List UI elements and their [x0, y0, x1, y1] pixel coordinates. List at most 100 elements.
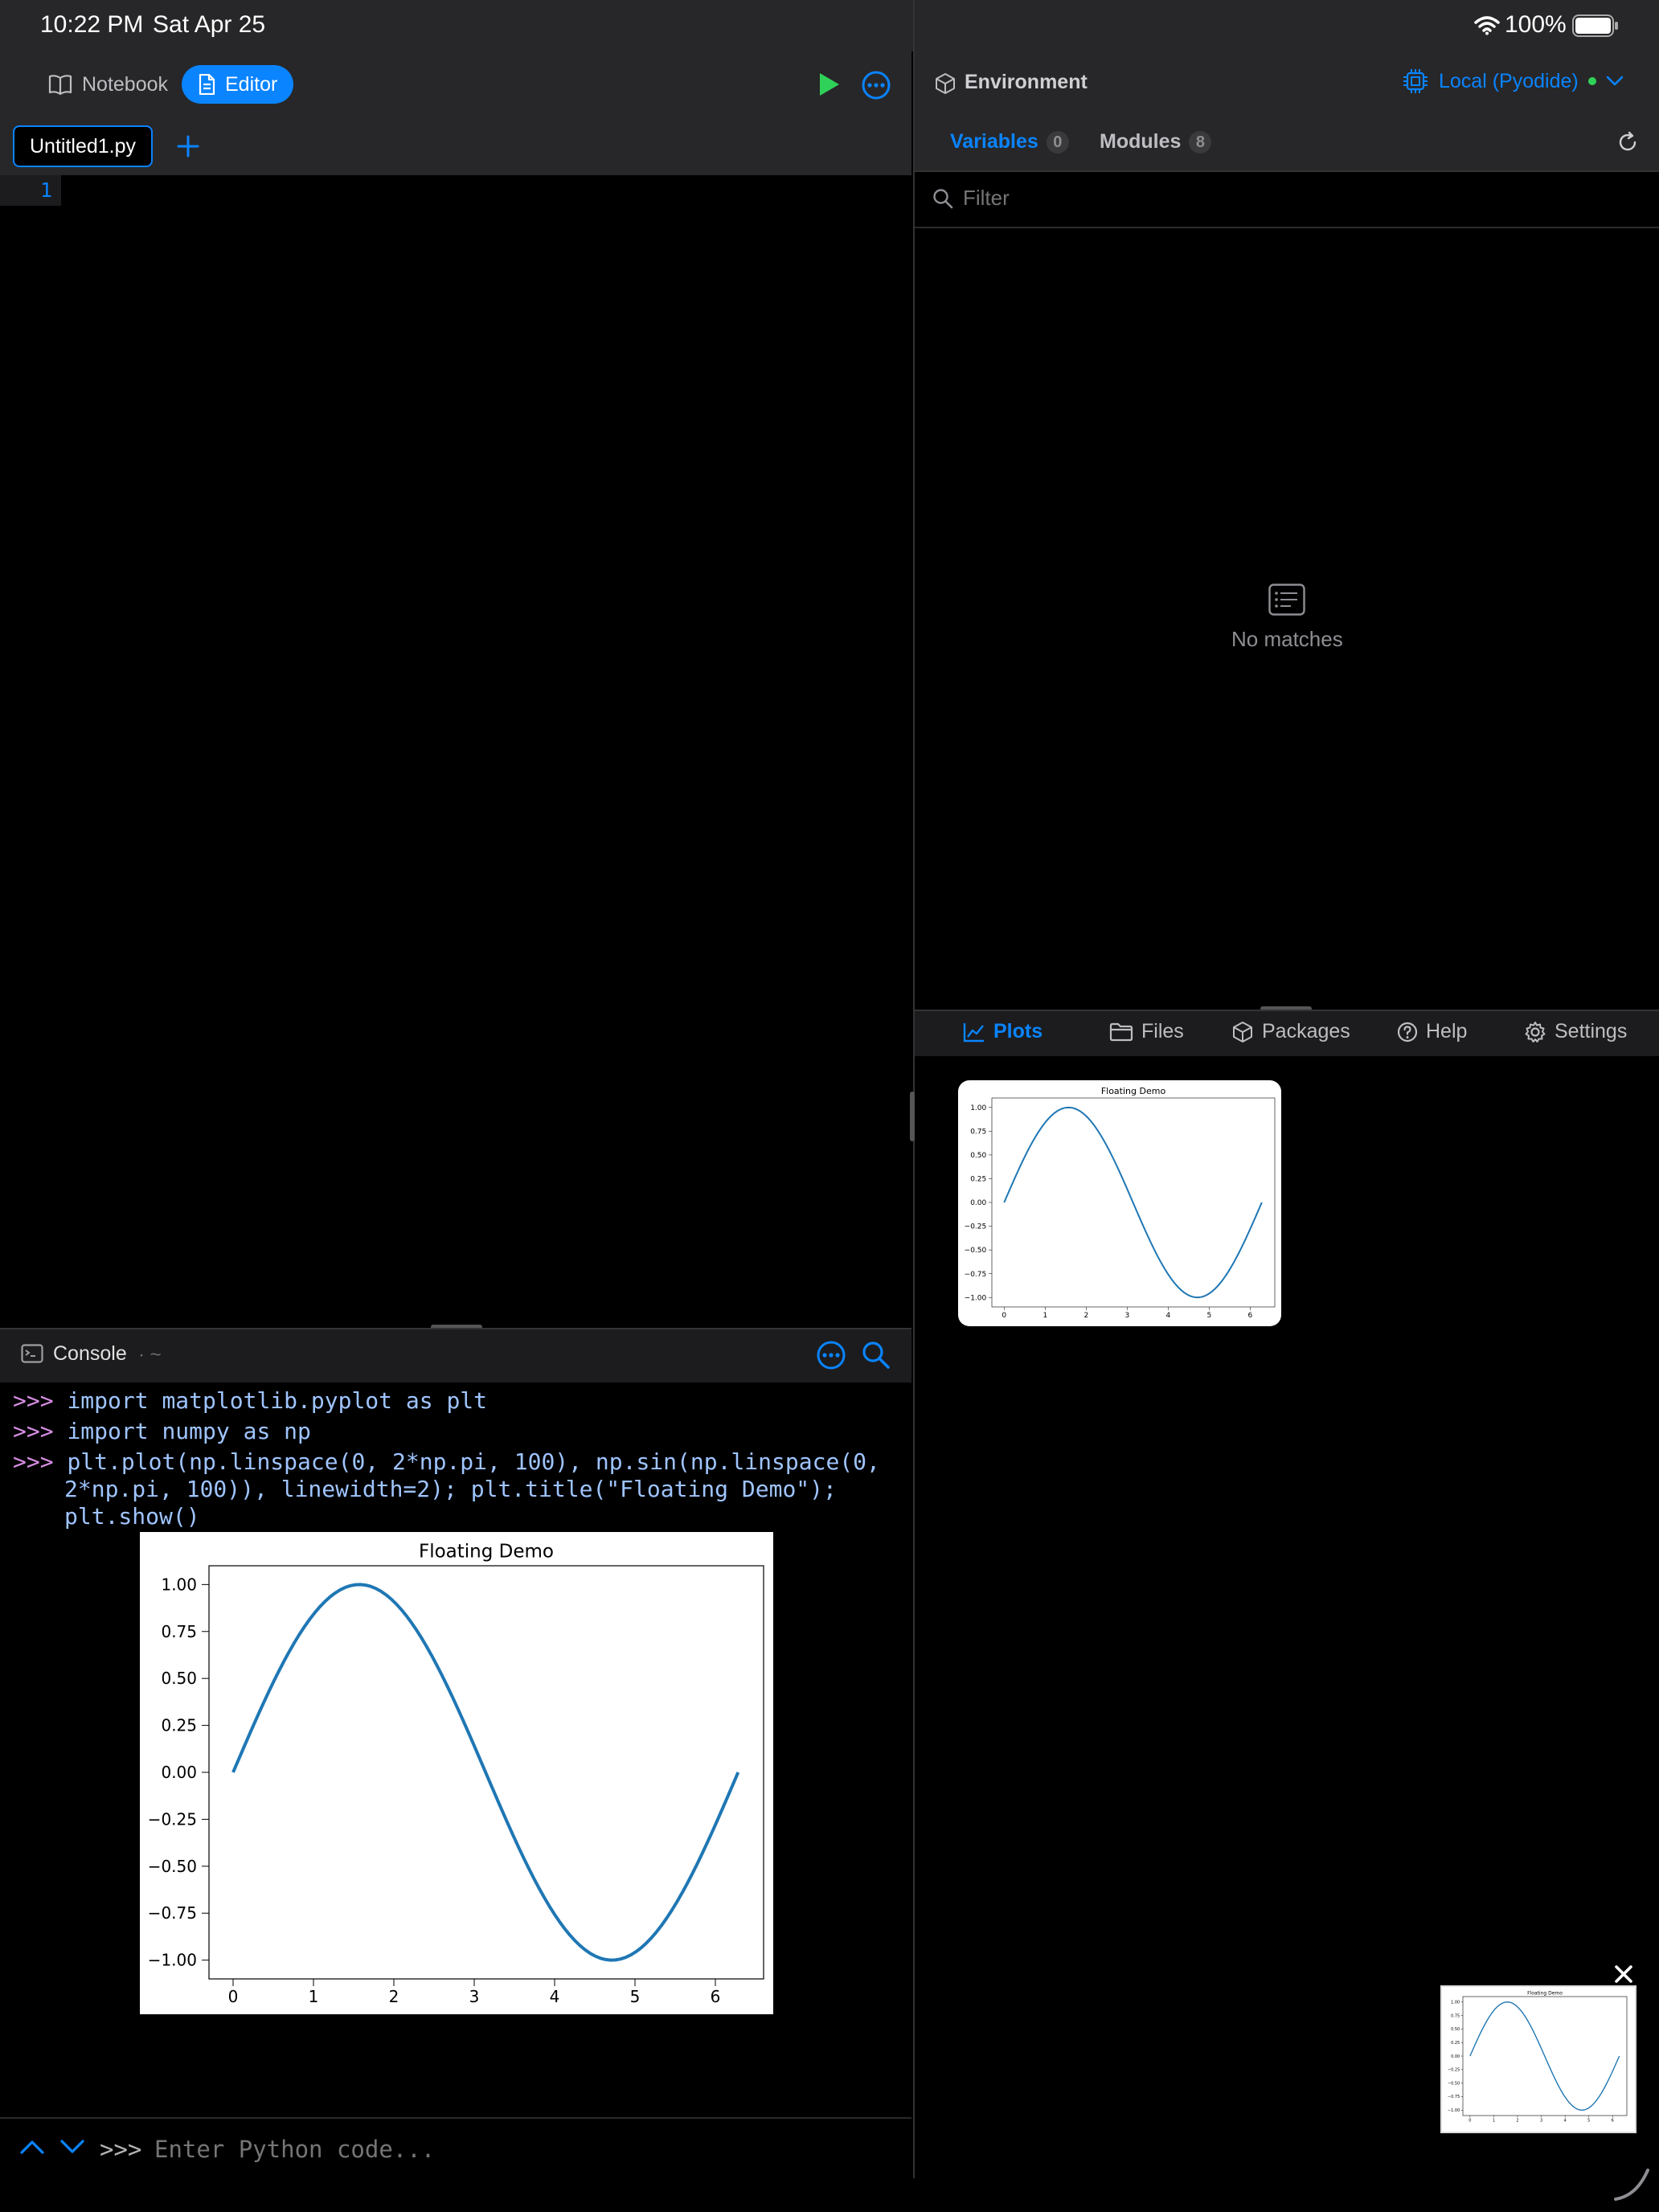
- console-input[interactable]: [154, 2136, 878, 2163]
- x-tick-label: 0: [1002, 1312, 1006, 1320]
- environment-title: Environment: [965, 71, 1088, 93]
- tab-packages-label: Packages: [1262, 1020, 1350, 1043]
- status-date: Sat Apr 25: [153, 11, 266, 38]
- y-tick-label: −0.25: [1448, 2068, 1460, 2073]
- search-icon[interactable]: [862, 1341, 891, 1370]
- add-tab-button[interactable]: [170, 129, 206, 164]
- y-tick-label: 0.50: [970, 1152, 986, 1160]
- y-tick-label: −1.00: [1448, 2108, 1460, 2113]
- floating-plot-window[interactable]: Floating Demo 0 1 2 3 4 5 6 1.00 0.75 0.50 0.25 0.00…: [1440, 1985, 1636, 2133]
- tab-variables-label: Variables: [950, 130, 1038, 153]
- x-tick-label: 4: [550, 1987, 560, 2006]
- chart-title: Floating Demo: [419, 1542, 554, 1563]
- tab-help[interactable]: Help: [1397, 1020, 1467, 1043]
- y-tick-label: 0.75: [161, 1622, 197, 1641]
- chart-line-icon: [963, 1022, 984, 1042]
- cpu-icon: [1403, 69, 1428, 93]
- console-plot-image: Floating Demo 0 1 2 3 4 5 6 1.00 0.75 0.50 0.25 0.00…: [140, 1532, 773, 2014]
- tab-help-label: Help: [1426, 1020, 1468, 1043]
- terminal-icon: [21, 1344, 43, 1363]
- code-editor[interactable]: [64, 175, 908, 1325]
- empty-state-text: No matches: [1231, 627, 1343, 651]
- tab-modules[interactable]: Modules 8: [1100, 130, 1212, 154]
- wifi-icon: [1474, 16, 1500, 35]
- console-title: Console: [53, 1342, 127, 1365]
- runtime-status-dot: [1587, 77, 1596, 85]
- chart-title: Floating Demo: [1101, 1086, 1166, 1096]
- y-tick-label: 0.00: [970, 1199, 986, 1207]
- tab-variables[interactable]: Variables 0: [950, 130, 1069, 154]
- plus-icon: [177, 135, 199, 158]
- filter-input[interactable]: [961, 185, 1608, 211]
- sine-series-line: [1469, 2001, 1620, 2111]
- x-tick-label: 4: [1564, 2118, 1567, 2123]
- y-tick-label: 0.75: [1451, 2013, 1460, 2018]
- y-tick-label: 0.25: [161, 1716, 197, 1735]
- console-line-cont: 2*np.pi, 100)), linewidth=2); plt.title(…: [64, 1476, 837, 1502]
- run-icon[interactable]: [817, 71, 842, 98]
- y-tick-label: −0.25: [148, 1809, 197, 1829]
- y-tick-label: 0.75: [970, 1129, 986, 1137]
- runtime-selector[interactable]: Local (Pyodide): [1402, 68, 1624, 95]
- plot-thumbnail-card[interactable]: Floating Demo 0 1 2 3 4 5 6 1.00 0.75 0.50 0.25 0.00…: [958, 1080, 1281, 1326]
- filter-search-icon: [933, 189, 953, 209]
- y-tick-label: −0.75: [148, 1903, 197, 1923]
- history-up-icon[interactable]: [19, 2138, 45, 2156]
- history-down-icon[interactable]: [59, 2138, 85, 2156]
- help-icon: [1397, 1022, 1418, 1042]
- y-tick-label: 0.50: [161, 1669, 197, 1688]
- modules-count-badge: 8: [1189, 130, 1212, 154]
- sine-series-line: [1003, 1106, 1263, 1299]
- console-line-cont: plt.show(): [64, 1503, 200, 1530]
- x-tick-label: 2: [1516, 2118, 1518, 2123]
- tab-modules-label: Modules: [1100, 130, 1182, 153]
- plot-thumbnail-chart: Floating Demo 0 1 2 3 4 5 6 1.00 0.75 0.50 0.25 0.00…: [965, 1086, 1276, 1320]
- y-tick-label: 0.25: [970, 1176, 986, 1184]
- y-tick-label: 1.00: [1451, 2000, 1460, 2005]
- console-more-icon[interactable]: [815, 1339, 847, 1371]
- y-tick-label: 1.00: [970, 1104, 986, 1112]
- resize-corner-icon[interactable]: [1612, 2164, 1651, 2202]
- chart-title: Floating Demo: [1527, 1990, 1563, 1996]
- floating-close-button[interactable]: [1608, 1958, 1640, 1990]
- x-tick-label: 3: [469, 1987, 480, 2006]
- y-tick-label: −0.75: [965, 1271, 987, 1279]
- package-icon: [1233, 1021, 1252, 1043]
- tab-settings[interactable]: Settings: [1524, 1020, 1627, 1043]
- file-tab-untitled1[interactable]: Untitled1.py: [13, 125, 153, 167]
- y-tick-label: 1.00: [161, 1575, 197, 1594]
- sine-series-line: [231, 1583, 740, 1962]
- x-tick-label: 6: [711, 1987, 721, 2006]
- x-tick-label: 2: [389, 1987, 399, 2006]
- console-line: >>> import matplotlib.pyplot as plt: [13, 1387, 488, 1414]
- tab-packages[interactable]: Packages: [1231, 1020, 1350, 1043]
- notebook-mode-button[interactable]: Notebook: [32, 65, 184, 104]
- pane-resize-handle[interactable]: [910, 1092, 915, 1141]
- runtime-label: Local (Pyodide): [1439, 69, 1579, 92]
- y-tick-label: −1.00: [965, 1294, 987, 1302]
- x-tick-label: 3: [1540, 2118, 1542, 2123]
- tab-plots[interactable]: Plots: [963, 1020, 1043, 1043]
- document-icon: [199, 74, 215, 95]
- more-options-icon[interactable]: [860, 69, 892, 101]
- editor-label: Editor: [225, 72, 278, 96]
- battery-icon: [1572, 14, 1618, 37]
- y-tick-label: 0.50: [1451, 2027, 1460, 2032]
- editor-mode-button[interactable]: Editor: [182, 65, 294, 104]
- input-prompt: >>>: [100, 2136, 142, 2163]
- folder-icon: [1109, 1022, 1133, 1041]
- y-tick-label: −0.50: [148, 1857, 197, 1876]
- pane-divider[interactable]: [913, 0, 915, 2178]
- x-tick-label: 1: [309, 1987, 319, 2006]
- close-icon: [1615, 1965, 1632, 1983]
- cube-icon: [936, 73, 955, 94]
- x-tick-label: 5: [1587, 2118, 1590, 2123]
- x-tick-label: 1: [1493, 2118, 1495, 2123]
- y-tick-label: −0.75: [1448, 2095, 1460, 2099]
- battery-percent: 100%: [1505, 11, 1567, 38]
- refresh-icon[interactable]: [1616, 130, 1640, 154]
- tab-files[interactable]: Files: [1109, 1020, 1184, 1043]
- status-time: 10:22 PM: [40, 11, 144, 38]
- x-tick-label: 3: [1124, 1312, 1129, 1320]
- y-tick-label: 0.25: [1451, 2041, 1460, 2046]
